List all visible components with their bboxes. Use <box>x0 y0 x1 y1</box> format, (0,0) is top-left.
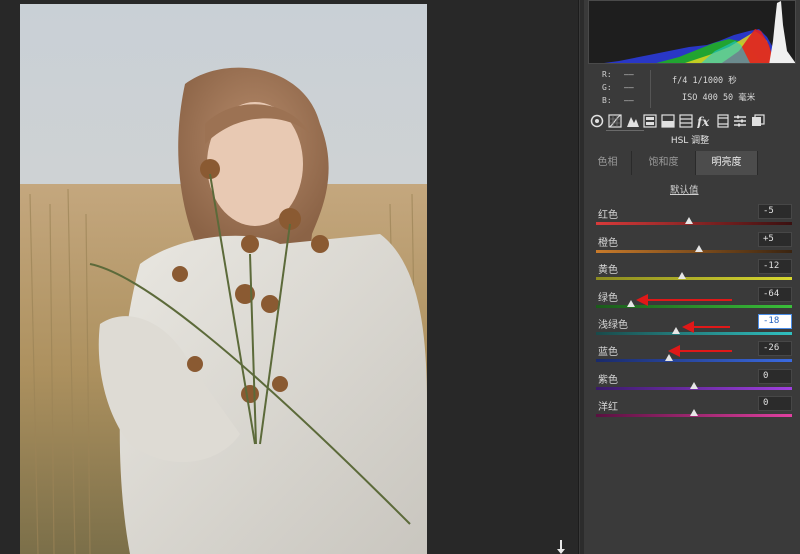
slider-red: 红色 -5 <box>596 204 794 234</box>
slider-thumb[interactable] <box>690 382 698 389</box>
slider-value-input[interactable]: 0 <box>758 396 792 411</box>
histogram <box>588 0 796 64</box>
tab-luminance[interactable]: 明亮度 <box>696 151 758 175</box>
hsl-icon[interactable] <box>643 114 657 128</box>
slider-thumb[interactable] <box>678 272 687 279</box>
readout-divider <box>650 70 651 108</box>
lens-icon[interactable] <box>679 114 693 128</box>
tab-hue[interactable]: 色相 <box>584 151 632 175</box>
red-readout: R: —— <box>602 70 634 79</box>
slider-value-input[interactable]: -64 <box>758 287 792 302</box>
fx-icon[interactable]: fx <box>697 114 711 128</box>
active-tool-underline <box>606 130 644 131</box>
iso-focal-info: ISO 400 50 毫米 <box>682 93 756 103</box>
slider-track[interactable] <box>596 359 792 362</box>
slider-magenta: 洋红 0 <box>596 396 794 426</box>
annotation-arrow-green <box>636 294 732 306</box>
slider-label: 浅绿色 <box>598 320 628 331</box>
slider-value-input[interactable]: -5 <box>758 204 792 219</box>
tone-curve-icon[interactable] <box>608 114 622 128</box>
slider-value-input[interactable]: -26 <box>758 341 792 356</box>
blue-readout: B: —— <box>602 96 634 105</box>
detail-icon[interactable] <box>626 114 640 128</box>
slider-label: 绿色 <box>598 293 618 304</box>
slider-label: 黄色 <box>598 265 618 276</box>
split-toning-icon[interactable] <box>661 114 675 128</box>
slider-yellow: 黄色 -12 <box>596 259 794 289</box>
slider-label: 洋红 <box>598 402 618 413</box>
green-readout: G: —— <box>602 83 634 92</box>
slider-value-input[interactable]: +5 <box>758 232 792 247</box>
panel-divider[interactable] <box>580 0 584 554</box>
image-canvas[interactable] <box>0 0 578 554</box>
slider-thumb[interactable] <box>672 327 681 334</box>
slider-purple: 紫色 0 <box>596 369 794 399</box>
slider-label: 红色 <box>598 210 618 221</box>
exposure-info: f/4 1/1000 秒 <box>672 76 737 86</box>
slider-track[interactable] <box>596 277 792 280</box>
tab-spacer <box>758 151 800 175</box>
slider-label: 蓝色 <box>598 347 618 358</box>
svg-text:fx: fx <box>697 115 710 128</box>
slider-value-input[interactable]: -18 <box>758 314 792 329</box>
snapshots-icon[interactable] <box>751 114 765 128</box>
slider-thumb[interactable] <box>685 217 694 224</box>
annotation-arrow-aqua <box>682 321 730 333</box>
cursor-icon <box>557 540 565 554</box>
slider-track[interactable] <box>596 222 792 225</box>
hsl-tabs: 色相 饱和度 明亮度 <box>584 151 800 175</box>
presets-icon[interactable] <box>733 114 747 128</box>
info-readout: R: —— G: —— B: —— f/4 1/1000 秒 ISO 400 50 毫… <box>588 66 796 112</box>
slider-label: 紫色 <box>598 375 618 386</box>
slider-orange: 橙色 +5 <box>596 232 794 262</box>
slider-thumb[interactable] <box>690 409 698 416</box>
tab-saturation[interactable]: 饱和度 <box>632 151 696 175</box>
slider-label: 橙色 <box>598 238 618 249</box>
slider-value-input[interactable]: 0 <box>758 369 792 384</box>
photo-image <box>20 4 427 554</box>
default-link[interactable]: 默认值 <box>670 182 699 196</box>
slider-value-input[interactable]: -12 <box>758 259 792 274</box>
panel-title: HSL 调整 <box>670 136 710 146</box>
basic-icon[interactable] <box>590 114 604 128</box>
annotation-arrow-blue <box>668 345 732 357</box>
slider-thumb[interactable] <box>694 245 703 252</box>
slider-thumb[interactable] <box>627 300 636 307</box>
camera-calibration-icon[interactable] <box>716 114 730 128</box>
photo-preview[interactable] <box>20 4 427 554</box>
